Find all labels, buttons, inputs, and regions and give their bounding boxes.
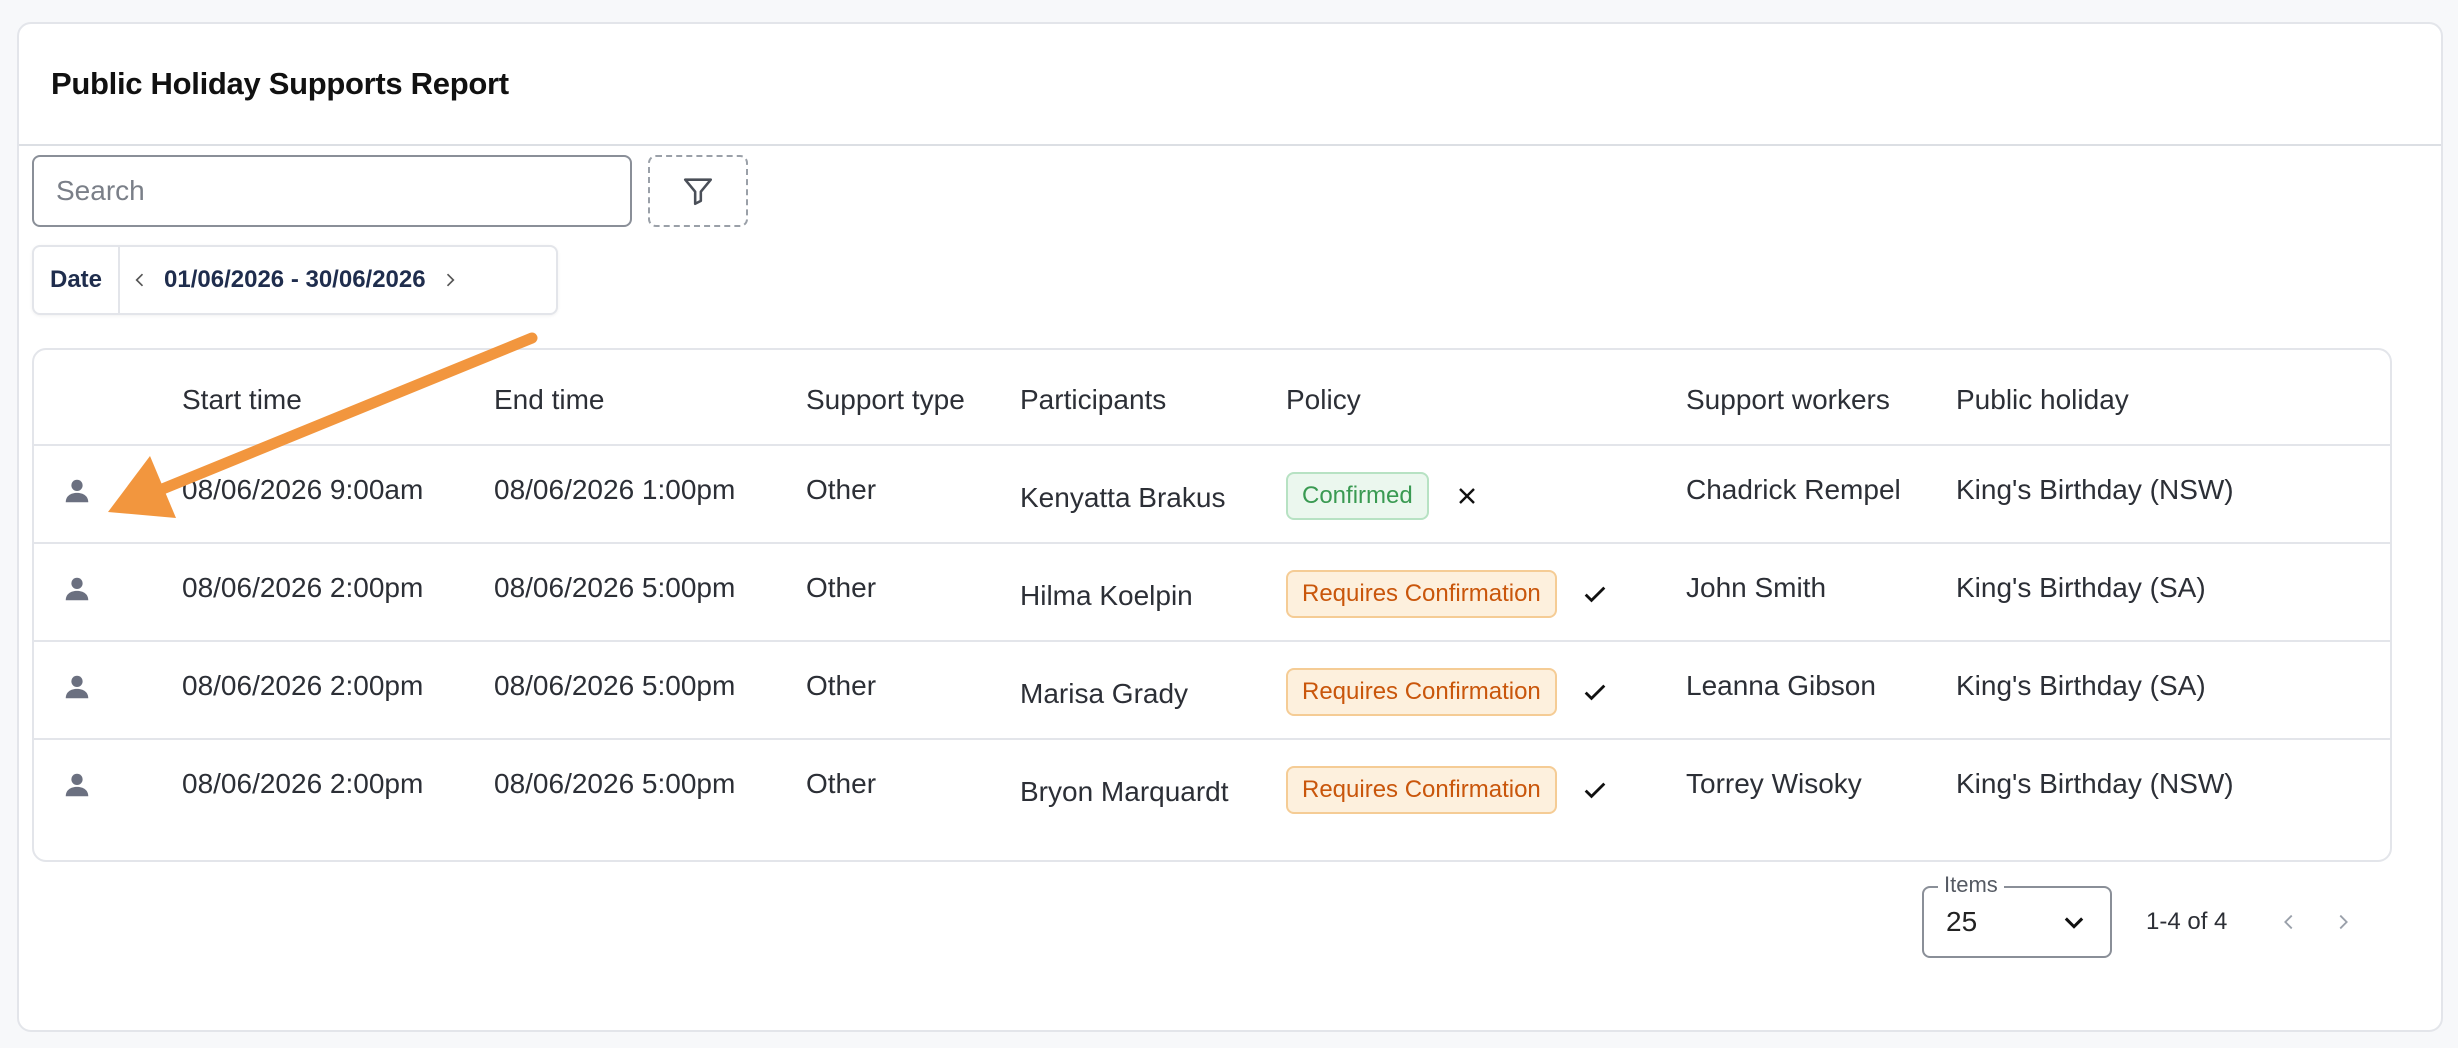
check-icon[interactable] [1581, 678, 1609, 706]
chevron-left-icon [2284, 914, 2293, 930]
table-row[interactable]: 08/06/2026 2:00pm 08/06/2026 5:00pm Othe… [34, 544, 2390, 642]
table-row[interactable]: 08/06/2026 9:00am 08/06/2026 1:00pm Othe… [34, 446, 2390, 544]
cell-start-time: 08/06/2026 2:00pm [182, 768, 424, 799]
date-prev-button[interactable] [120, 247, 160, 313]
cell-support-type: Other [806, 670, 877, 701]
cell-start-time: 08/06/2026 9:00am [182, 474, 424, 505]
status-badge: Requires Confirmation [1286, 570, 1557, 618]
cell-support-worker: John Smith [1686, 572, 1827, 603]
supports-table: Start time End time Support type Partici… [32, 348, 2392, 862]
pagination: Items 25 1-4 of 4 [1922, 872, 2363, 958]
cell-end-time: 08/06/2026 5:00pm [494, 670, 736, 701]
cell-support-worker: Torrey Wisoky [1686, 768, 1862, 799]
check-icon[interactable] [1581, 580, 1609, 608]
previous-page-button[interactable] [2269, 902, 2309, 942]
header-support-workers[interactable]: Support workers [1686, 384, 1890, 416]
status-badge: Requires Confirmation [1286, 668, 1557, 716]
cell-participant: Bryon Marquardt [1020, 776, 1229, 807]
card-header: Public Holiday Supports Report [19, 24, 2441, 146]
header-support-type[interactable]: Support type [806, 384, 965, 416]
search-input[interactable] [32, 155, 632, 227]
status-badge: Confirmed [1286, 472, 1429, 520]
pagination-range: 1-4 of 4 [2146, 908, 2228, 935]
cell-start-time: 08/06/2026 2:00pm [182, 670, 424, 701]
table-row[interactable]: 08/06/2026 2:00pm 08/06/2026 5:00pm Othe… [34, 740, 2390, 838]
table-row[interactable]: 08/06/2026 2:00pm 08/06/2026 5:00pm Othe… [34, 642, 2390, 740]
toolbar [32, 155, 748, 227]
items-per-page-select[interactable]: Items 25 [1922, 872, 2112, 958]
header-public-holiday[interactable]: Public holiday [1956, 384, 2129, 416]
header-participants[interactable]: Participants [1020, 384, 1166, 416]
person-icon[interactable] [62, 476, 92, 513]
close-icon[interactable] [1453, 482, 1481, 510]
cell-participant: Hilma Koelpin [1020, 580, 1193, 611]
chevron-left-icon [135, 273, 144, 287]
cell-end-time: 08/06/2026 5:00pm [494, 768, 736, 799]
page-title: Public Holiday Supports Report [51, 66, 509, 101]
person-icon[interactable] [62, 770, 92, 807]
header-start-time[interactable]: Start time [182, 384, 302, 416]
filter-icon [683, 178, 713, 206]
person-icon[interactable] [62, 672, 92, 709]
date-filter: Date 01/06/2026 - 30/06/2026 [32, 245, 558, 315]
header-end-time[interactable]: End time [494, 384, 605, 416]
chevron-down-icon [2064, 917, 2084, 929]
cell-public-holiday: King's Birthday (SA) [1956, 670, 2206, 701]
cell-support-type: Other [806, 572, 877, 603]
date-range-value: 01/06/2026 - 30/06/2026 [164, 266, 426, 293]
date-filter-label: Date [34, 247, 121, 313]
header-policy[interactable]: Policy [1286, 384, 1361, 416]
cell-support-type: Other [806, 474, 877, 505]
items-per-page-label: Items [1938, 872, 2004, 898]
cell-policy: Requires Confirmation [1286, 668, 1609, 716]
cell-public-holiday: King's Birthday (NSW) [1956, 474, 2234, 505]
cell-participant: Kenyatta Brakus [1020, 482, 1226, 513]
filter-button[interactable] [648, 155, 748, 227]
cell-participant: Marisa Grady [1020, 678, 1189, 709]
items-per-page-value: 25 [1946, 906, 1978, 937]
cell-support-worker: Chadrick Rempel [1686, 474, 1901, 505]
cell-end-time: 08/06/2026 5:00pm [494, 572, 736, 603]
chevron-right-icon [446, 273, 455, 287]
next-page-button[interactable] [2323, 902, 2363, 942]
status-badge: Requires Confirmation [1286, 766, 1557, 814]
cell-support-type: Other [806, 768, 877, 799]
cell-policy: Requires Confirmation [1286, 570, 1609, 618]
cell-public-holiday: King's Birthday (NSW) [1956, 768, 2234, 799]
cell-support-worker: Leanna Gibson [1686, 670, 1876, 701]
cell-policy: Confirmed [1286, 472, 1481, 520]
table-header: Start time End time Support type Partici… [34, 350, 2390, 446]
cell-end-time: 08/06/2026 1:00pm [494, 474, 736, 505]
check-icon[interactable] [1581, 776, 1609, 804]
cell-public-holiday: King's Birthday (SA) [1956, 572, 2206, 603]
chevron-right-icon [2339, 914, 2349, 930]
person-icon[interactable] [62, 574, 92, 611]
cell-start-time: 08/06/2026 2:00pm [182, 572, 424, 603]
date-next-button[interactable] [430, 247, 470, 313]
cell-policy: Requires Confirmation [1286, 766, 1609, 814]
